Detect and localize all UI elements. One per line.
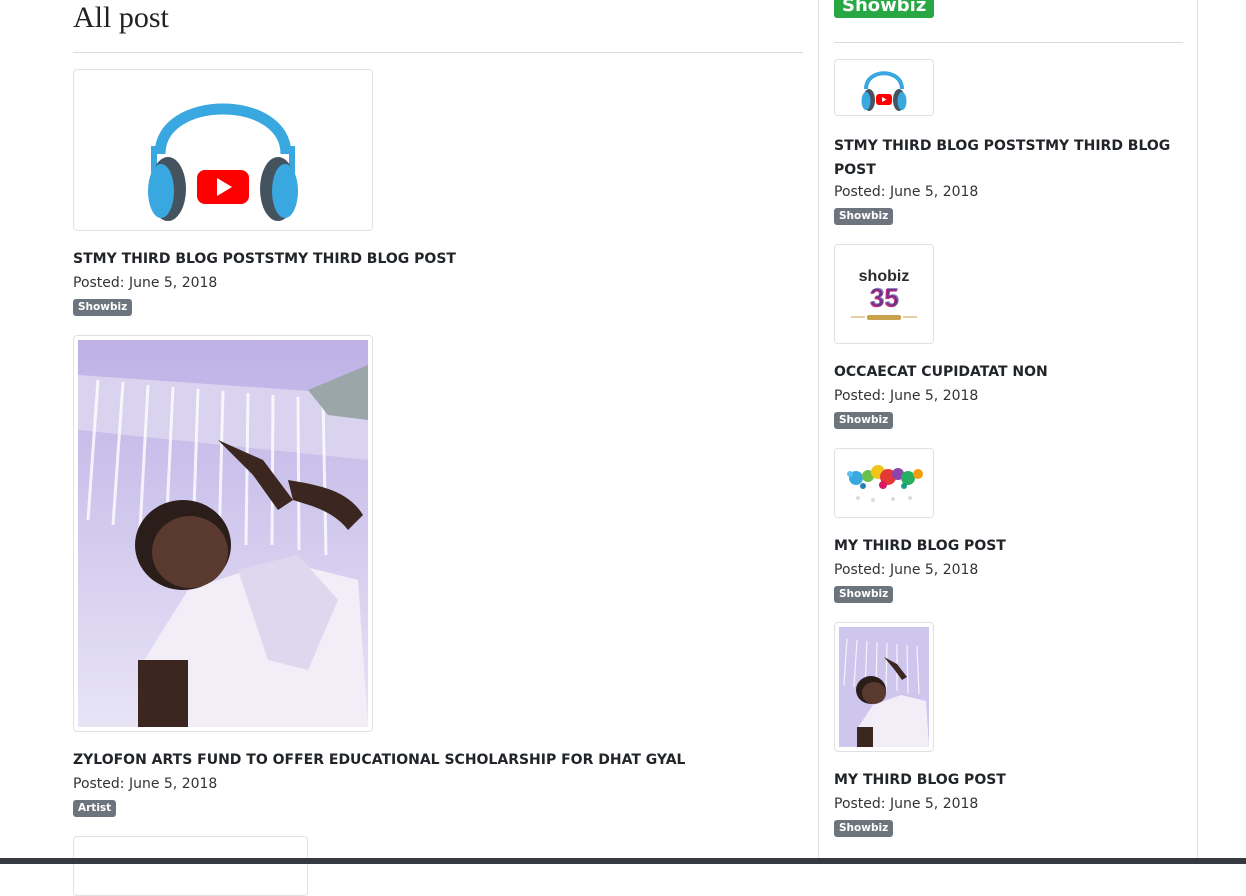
- sidebar-post-thumbnail[interactable]: [834, 448, 934, 518]
- category-badge[interactable]: Artist: [73, 800, 117, 817]
- sidebar-post-thumbnail[interactable]: [834, 59, 934, 116]
- sidebar-post-thumbnail[interactable]: shobiz 35 shobiz 35 35: [834, 244, 934, 344]
- person-selfie-photo: [78, 340, 368, 727]
- sidebar: Showbiz STMY THIRD BLOG POSTSTMY THIRD B…: [818, 0, 1198, 864]
- sidebar-category-badge[interactable]: Showbiz: [834, 586, 894, 603]
- sidebar-post-date: Posted: June 5, 2018: [834, 562, 979, 578]
- paint-splash-image: [838, 452, 930, 514]
- person-selfie-photo: [839, 627, 929, 747]
- post-thumbnail[interactable]: [73, 69, 373, 231]
- svg-text:35: 35: [871, 282, 900, 312]
- sidebar-category-badge[interactable]: Showbiz: [834, 208, 894, 225]
- headphones-youtube-icon: [861, 71, 907, 111]
- shobiz-35-logo: shobiz 35 shobiz 35 35: [839, 249, 929, 339]
- sidebar-category-badge[interactable]: Showbiz: [834, 412, 894, 429]
- sidebar-divider: [834, 42, 1183, 43]
- sidebar-post-date: Posted: June 5, 2018: [834, 388, 979, 404]
- sidebar-category-badge[interactable]: Showbiz: [834, 820, 894, 837]
- page-title: All post: [73, 1, 169, 34]
- post-title-link[interactable]: ZYLOFON ARTS FUND TO OFFER EDUCATIONAL S…: [73, 750, 685, 770]
- sidebar-post-title-link[interactable]: OCCAECAT CUPIDATAT NON: [834, 362, 1048, 382]
- post-date: Posted: June 5, 2018: [73, 275, 218, 291]
- sidebar-content: Showbiz STMY THIRD BLOG POSTSTMY THIRD B…: [834, 0, 1183, 864]
- sidebar-post-title-link[interactable]: STMY THIRD BLOG POSTSTMY THIRD BLOG POST: [834, 134, 1183, 182]
- post-date: Posted: June 5, 2018: [73, 776, 218, 792]
- sidebar-post-date: Posted: June 5, 2018: [834, 796, 979, 812]
- post-title-link[interactable]: STMY THIRD BLOG POSTSTMY THIRD BLOG POST: [73, 249, 456, 269]
- post-thumbnail[interactable]: [73, 836, 308, 896]
- sidebar-post-thumbnail[interactable]: [834, 622, 934, 752]
- footer-bar: [0, 858, 1246, 864]
- headphones-youtube-icon: [148, 103, 298, 221]
- post-thumbnail[interactable]: [73, 335, 373, 732]
- title-divider: [73, 52, 803, 53]
- sidebar-post-title-link[interactable]: MY THIRD BLOG POST: [834, 770, 1006, 790]
- sidebar-post-date: Posted: June 5, 2018: [834, 184, 979, 200]
- category-heading-badge[interactable]: Showbiz: [834, 0, 935, 18]
- sidebar-post-title-link[interactable]: MY THIRD BLOG POST: [834, 536, 1006, 556]
- category-badge[interactable]: Showbiz: [73, 299, 133, 316]
